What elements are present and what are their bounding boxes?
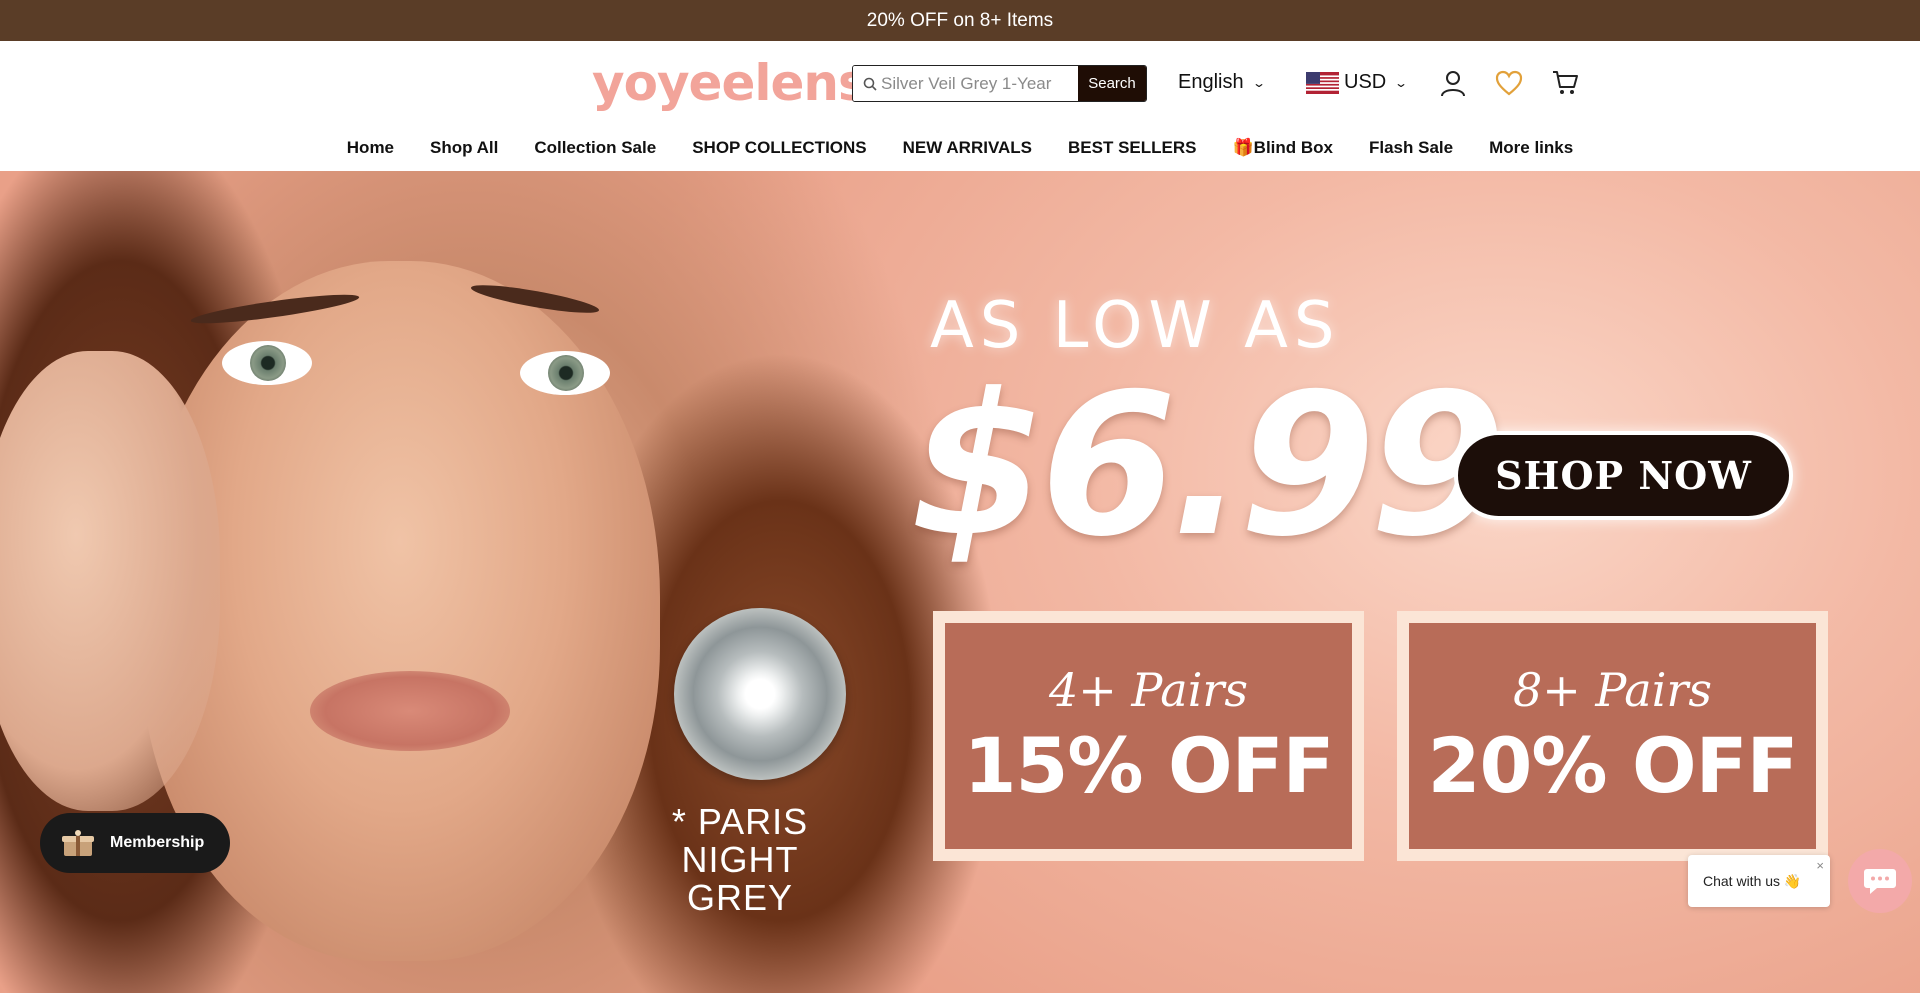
- language-label: English: [1178, 71, 1244, 93]
- hero-model-eye: [222, 341, 312, 385]
- account-button[interactable]: [1435, 65, 1471, 101]
- chat-prompt-text: Chat with us 👋: [1703, 872, 1802, 889]
- promo-pairs-label: 8+ Pairs: [1512, 662, 1713, 717]
- promo-box-8-pairs: 8+ Pairs 20% OFF: [1397, 611, 1828, 861]
- announcement-bar: 20% OFF on 8+ Items: [0, 0, 1920, 41]
- lens-caption: * PARIS NIGHT GREY: [610, 803, 870, 917]
- close-icon[interactable]: ×: [1816, 858, 1824, 873]
- lens-product-image: [674, 608, 846, 780]
- currency-selector[interactable]: USD ⌄: [1306, 71, 1409, 94]
- heart-icon: [1495, 70, 1523, 96]
- wishlist-button[interactable]: [1491, 65, 1527, 101]
- search-button[interactable]: Search: [1078, 66, 1146, 101]
- nav-item-blind-box[interactable]: 🎁Blind Box: [1215, 138, 1352, 158]
- us-flag-icon: [1306, 71, 1339, 94]
- cart-button[interactable]: [1547, 65, 1583, 101]
- chat-prompt[interactable]: Chat with us 👋 ×: [1688, 855, 1830, 907]
- promo-box-4-pairs: 4+ Pairs 15% OFF: [933, 611, 1364, 861]
- lens-caption-line2: GREY: [686, 877, 794, 918]
- hero-price: $6.99: [910, 352, 1506, 580]
- search-icon: [863, 77, 877, 91]
- hero-model-hand: [0, 351, 220, 811]
- promo-discount-label: 20% OFF: [1427, 720, 1799, 810]
- nav-item-best-sellers[interactable]: BEST SELLERS: [1050, 138, 1214, 158]
- nav-item-shop-all[interactable]: Shop All: [412, 138, 516, 158]
- site-header: yoyeelens Search English ⌄ USD ⌄: [0, 41, 1920, 124]
- nav-item-more-links[interactable]: More links: [1471, 138, 1591, 158]
- search-field: [853, 66, 1078, 101]
- account-icon: [1441, 71, 1465, 97]
- hero-banner[interactable]: * PARIS NIGHT GREY AS LOW AS $6.99 SHOP …: [0, 171, 1920, 993]
- announcement-text: 20% OFF on 8+ Items: [866, 9, 1054, 31]
- lens-caption-line1: * PARIS NIGHT: [671, 801, 809, 880]
- nav-item-home[interactable]: Home: [329, 138, 412, 158]
- chevron-down-icon: ⌄: [1251, 75, 1266, 90]
- logo[interactable]: yoyeelens: [592, 55, 868, 111]
- chat-icon: [1864, 869, 1896, 894]
- membership-button[interactable]: Membership: [40, 813, 230, 873]
- gift-box-icon: [62, 830, 94, 856]
- hero-model-eye: [520, 351, 610, 395]
- search-bar: Search: [852, 65, 1147, 102]
- nav-item-collection-sale[interactable]: Collection Sale: [516, 138, 674, 158]
- chevron-down-icon: ⌄: [1394, 75, 1409, 90]
- cart-icon: [1553, 71, 1578, 94]
- nav-item-new-arrivals[interactable]: NEW ARRIVALS: [885, 138, 1050, 158]
- chat-launcher-button[interactable]: [1848, 849, 1912, 913]
- nav-item-shop-collections[interactable]: SHOP COLLECTIONS: [674, 138, 884, 158]
- membership-label: Membership: [110, 834, 205, 851]
- promo-discount-label: 15% OFF: [963, 720, 1335, 810]
- promo-pairs-label: 4+ Pairs: [1048, 662, 1249, 717]
- language-selector[interactable]: English ⌄: [1178, 71, 1266, 94]
- currency-label: USD: [1344, 71, 1387, 93]
- shop-now-button[interactable]: SHOP NOW: [1454, 431, 1793, 520]
- hero-model-lips: [310, 671, 510, 751]
- main-nav: Home Shop All Collection Sale SHOP COLLE…: [0, 124, 1920, 171]
- search-input[interactable]: [881, 73, 1078, 94]
- nav-item-flash-sale[interactable]: Flash Sale: [1351, 138, 1471, 158]
